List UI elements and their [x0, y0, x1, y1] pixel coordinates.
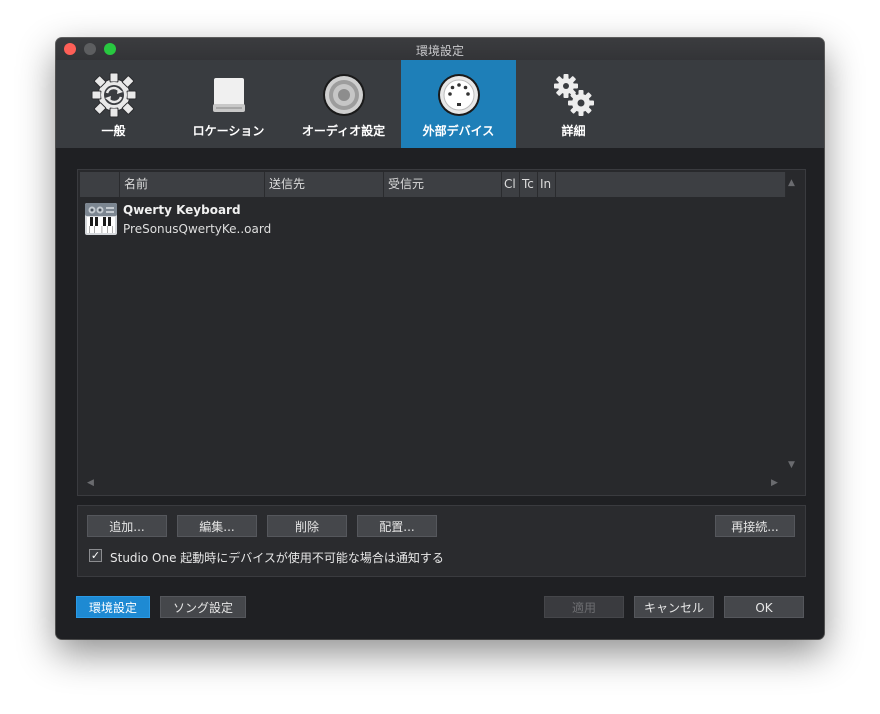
ok-button[interactable]: OK — [724, 596, 804, 618]
notify-unavailable-label: Studio One 起動時にデバイスが使用不可能な場合は通知する — [110, 551, 444, 565]
song-settings-button[interactable]: ソング設定 — [160, 596, 246, 618]
device-list[interactable]: 名前 送信先 受信元 Cl Tc In Qwerty Keyboard PreS… — [77, 169, 806, 496]
tab-locations[interactable]: ロケーション — [171, 60, 286, 148]
keyboard-icon — [85, 203, 117, 235]
tab-advanced-label: 詳細 — [561, 124, 586, 138]
tab-audio-setup-label: オーディオ設定 — [301, 124, 386, 138]
table-row[interactable]: Qwerty Keyboard PreSonusQwertyKe..oard — [80, 200, 784, 240]
scroll-down-arrow[interactable]: ▼ — [788, 461, 795, 470]
device-actions-panel: 追加... 編集... 削除 配置... 再接続... ✓ Studio One… — [77, 505, 806, 577]
speaker-icon — [322, 74, 365, 116]
reconnect-button[interactable]: 再接続... — [715, 515, 795, 537]
edit-device-button[interactable]: 編集... — [177, 515, 257, 537]
tab-general[interactable]: 一般 — [56, 60, 171, 148]
column-header-clock[interactable]: Cl — [502, 172, 520, 197]
add-device-button[interactable]: 追加... — [87, 515, 167, 537]
title-bar[interactable]: 環境設定 — [56, 38, 824, 61]
apply-button[interactable]: 適用 — [544, 596, 624, 618]
tab-external-devices[interactable]: 外部デバイス — [401, 60, 516, 148]
device-name: Qwerty Keyboard — [123, 203, 241, 217]
column-header-name[interactable]: 名前 — [120, 172, 265, 197]
tab-advanced[interactable]: 詳細 — [516, 60, 631, 148]
scroll-right-arrow[interactable]: ▶ — [771, 479, 778, 488]
preferences-window: 環境設定 一般 ロケーション オーディオ設定 外部デバイス 詳細 名前 送信先 … — [56, 38, 824, 639]
tab-general-label: 一般 — [101, 124, 126, 138]
column-header-filler — [556, 172, 786, 197]
column-header-timecode[interactable]: Tc — [520, 172, 538, 197]
preferences-toolbar: 一般 ロケーション オーディオ設定 外部デバイス 詳細 — [56, 60, 824, 148]
tab-external-devices-label: 外部デバイス — [422, 124, 495, 138]
cancel-button[interactable]: キャンセル — [634, 596, 714, 618]
notify-unavailable-checkbox[interactable]: ✓ — [89, 549, 102, 562]
scroll-left-arrow[interactable]: ◀ — [87, 479, 94, 488]
preferences-button[interactable]: 環境設定 — [76, 596, 150, 618]
tab-locations-label: ロケーション — [192, 124, 265, 138]
gears-icon — [553, 74, 594, 116]
delete-device-button[interactable]: 削除 — [267, 515, 347, 537]
column-header-icon[interactable] — [80, 172, 120, 197]
column-header-instrument[interactable]: In — [538, 172, 556, 197]
tab-audio-setup[interactable]: オーディオ設定 — [286, 60, 401, 148]
column-header-receive-from[interactable]: 受信元 — [384, 172, 502, 197]
device-list-header: 名前 送信先 受信元 Cl Tc In — [80, 172, 786, 197]
gear-refresh-icon — [91, 72, 136, 118]
scroll-up-arrow[interactable]: ▲ — [788, 179, 795, 188]
window-title: 環境設定 — [415, 44, 464, 58]
midi-connector-icon — [437, 74, 480, 116]
hard-drive-icon — [212, 78, 245, 112]
column-header-send-to[interactable]: 送信先 — [265, 172, 384, 197]
device-model: PreSonusQwertyKe..oard — [123, 222, 272, 236]
arrange-device-button[interactable]: 配置... — [357, 515, 437, 537]
